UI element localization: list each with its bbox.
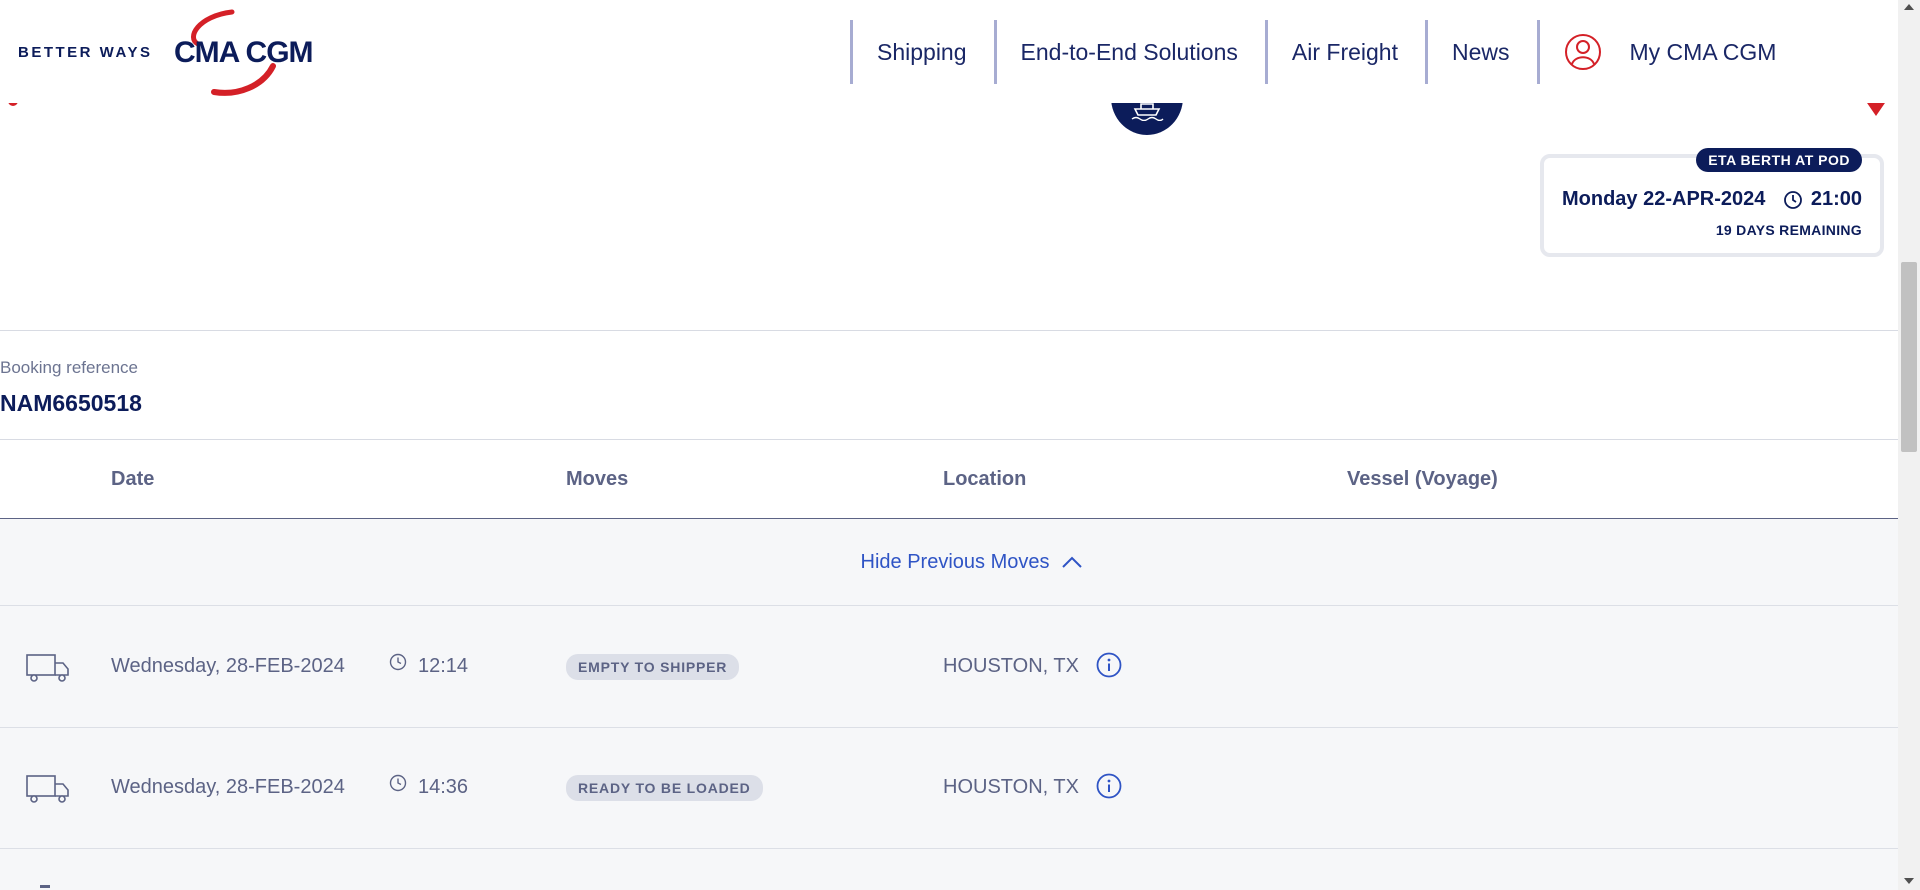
move-status-badge: EMPTY TO SHIPPER bbox=[566, 654, 740, 680]
clock-icon bbox=[1783, 190, 1802, 209]
page-scrollbar[interactable] bbox=[1898, 0, 1920, 890]
nav-end-to-end-solutions[interactable]: End-to-End Solutions bbox=[993, 20, 1265, 84]
nav-shipping[interactable]: Shipping bbox=[850, 20, 994, 84]
column-header-vessel: Vessel (Voyage) bbox=[1347, 468, 1498, 490]
clock-icon bbox=[389, 653, 407, 671]
scroll-up-arrow-icon[interactable] bbox=[1904, 4, 1914, 10]
move-date: Wednesday, 28-FEB-2024 bbox=[111, 776, 345, 798]
table-row: Wednesday, 28-FEB-2024 12:14 EMPTY TO SH… bbox=[0, 607, 1898, 728]
move-location: HOUSTON, TX bbox=[943, 655, 1079, 677]
move-date: Wednesday, 28-FEB-2024 bbox=[111, 655, 345, 677]
eta-badge: ETA BERTH AT POD bbox=[1696, 148, 1862, 172]
column-header-moves: Moves bbox=[566, 468, 629, 490]
nav-my-cma-cgm[interactable]: My CMA CGM bbox=[1536, 20, 1804, 84]
truck-icon-partial bbox=[40, 885, 50, 888]
move-location: HOUSTON, TX bbox=[943, 776, 1079, 798]
info-icon[interactable] bbox=[1096, 652, 1122, 678]
user-icon bbox=[1564, 34, 1601, 70]
nav-shipping-label: Shipping bbox=[877, 38, 967, 65]
move-time: 14:36 bbox=[418, 776, 469, 798]
booking-reference-label: Booking reference bbox=[0, 358, 138, 377]
main-nav: Shipping End-to-End Solutions Air Freigh… bbox=[850, 20, 1803, 84]
hide-previous-moves-button[interactable]: Hide Previous Moves bbox=[861, 551, 1084, 574]
eta-date: Monday 22-APR-2024 bbox=[1562, 188, 1766, 210]
column-header-location: Location bbox=[943, 468, 1027, 490]
truck-icon bbox=[26, 775, 69, 803]
nav-news-label: News bbox=[1451, 38, 1510, 65]
eta-card: ETA BERTH AT POD Monday 22-APR-2024 21:0… bbox=[1540, 148, 1884, 257]
section-divider bbox=[0, 330, 1898, 331]
nav-end-to-end-label: End-to-End Solutions bbox=[1020, 38, 1238, 65]
eta-days-remaining: 19 DAYS REMAINING bbox=[1715, 222, 1862, 238]
eta-time: 21:00 bbox=[1810, 188, 1862, 210]
scroll-thumb[interactable] bbox=[1901, 262, 1917, 452]
site-header: BETTER WAYS CMA CGM Shipping End-to-End … bbox=[0, 0, 1898, 103]
ship-icon bbox=[1131, 103, 1164, 121]
scroll-down-arrow-icon[interactable] bbox=[1904, 878, 1914, 884]
nav-air-freight-label: Air Freight bbox=[1291, 38, 1398, 65]
table-row: Wednesday, 28-FEB-2024 14:36 READY TO BE… bbox=[0, 728, 1898, 849]
clock-icon bbox=[389, 774, 407, 792]
nav-air-freight[interactable]: Air Freight bbox=[1264, 20, 1425, 84]
chevron-up-icon bbox=[1062, 556, 1083, 568]
truck-icon bbox=[26, 654, 69, 682]
moves-table: Hide Previous Moves Wednesday, 28-FEB-20… bbox=[0, 519, 1898, 890]
move-status-badge: READY TO BE LOADED bbox=[566, 775, 763, 801]
eta-time-group: 21:00 bbox=[1783, 188, 1862, 211]
nav-news[interactable]: News bbox=[1424, 20, 1537, 84]
nav-my-cma-cgm-label: My CMA CGM bbox=[1629, 38, 1777, 65]
logo-tagline: BETTER WAYS bbox=[18, 44, 153, 61]
hide-previous-moves-label: Hide Previous Moves bbox=[860, 550, 1050, 573]
column-header-date: Date bbox=[111, 468, 155, 490]
hide-previous-moves-row: Hide Previous Moves bbox=[0, 519, 1898, 606]
cma-cgm-logo[interactable]: BETTER WAYS CMA CGM bbox=[18, 8, 338, 98]
logo-brand: CMA CGM bbox=[174, 36, 314, 69]
info-icon[interactable] bbox=[1096, 773, 1122, 799]
move-time: 12:14 bbox=[418, 655, 469, 677]
booking-reference-value: NAM6650518 bbox=[0, 390, 142, 416]
section-divider bbox=[0, 439, 1898, 440]
